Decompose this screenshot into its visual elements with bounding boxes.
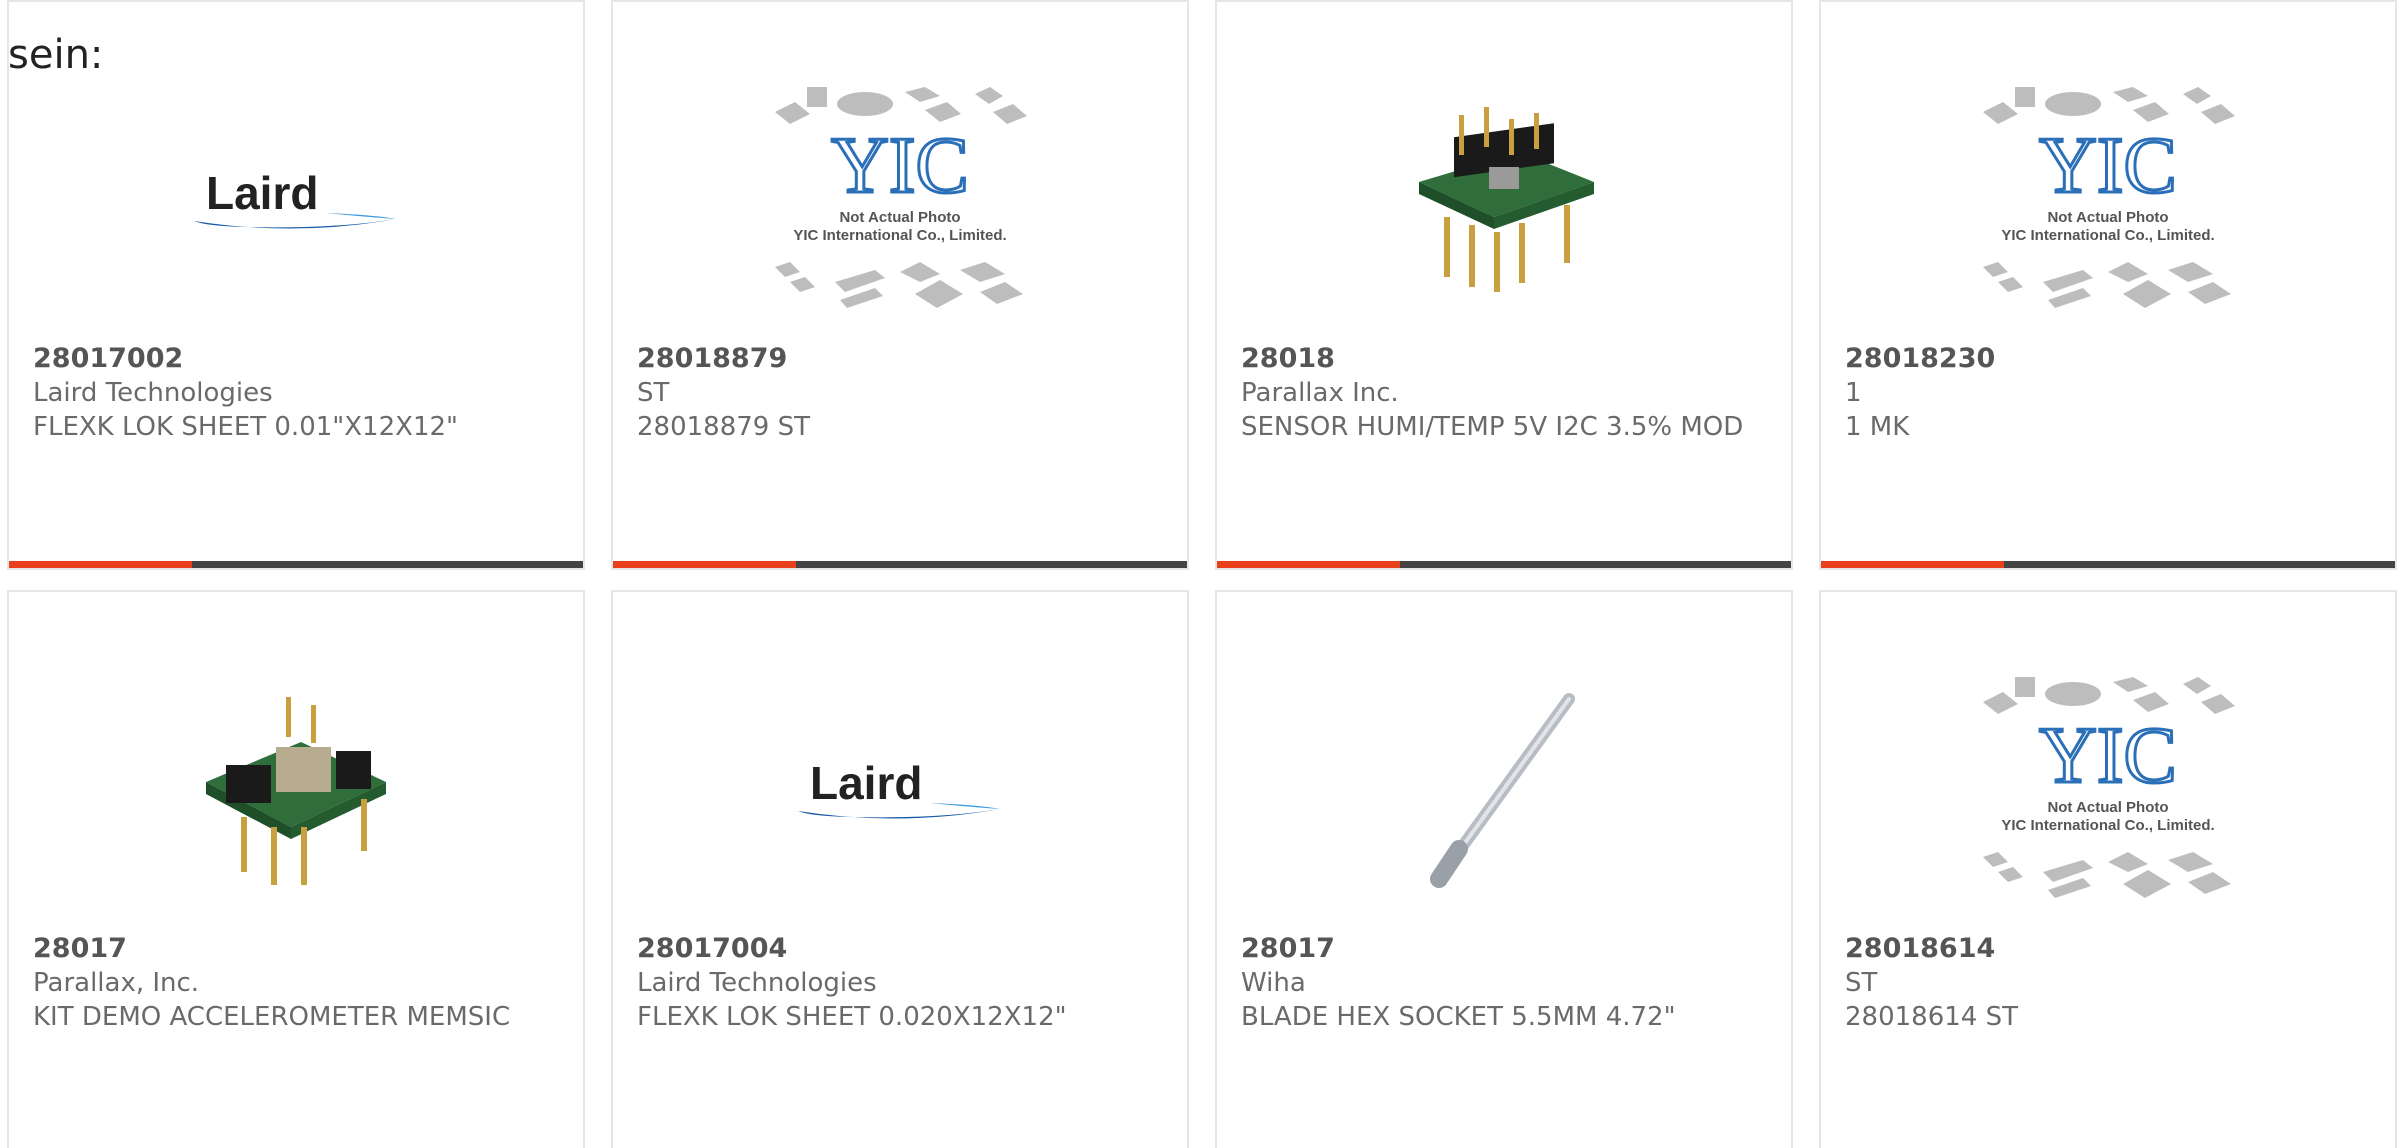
part-number[interactable]: 28018 bbox=[1241, 342, 1771, 376]
manufacturer: Wiha bbox=[1241, 968, 1306, 998]
manufacturer: Laird Technologies bbox=[637, 968, 877, 998]
yic-logo: YIC bbox=[2039, 712, 2177, 800]
product-image[interactable] bbox=[1217, 62, 1791, 342]
manufacturer: 1 bbox=[1845, 378, 1862, 408]
product-description: 1 MK bbox=[1845, 412, 1910, 442]
sensor-module-icon bbox=[1419, 107, 1594, 292]
product-card[interactable]: YIC Not Actual Photo YIC International C… bbox=[611, 0, 1189, 570]
yic-placeholder-image: YIC Not Actual Photo YIC International C… bbox=[1983, 87, 2235, 308]
product-card[interactable]: 28017 Wiha BLADE HEX SOCKET 5.5MM 4.72" bbox=[1215, 590, 1793, 1148]
yic-line1: Not Actual Photo bbox=[839, 209, 960, 226]
product-info: 28018 Parallax Inc. SENSOR HUMI/TEMP 5V … bbox=[1241, 342, 1771, 444]
card-bar-accent bbox=[1821, 561, 2004, 568]
product-grid: Laird 28017002 Laird Technologies FLEXK … bbox=[0, 0, 2400, 1148]
part-number[interactable]: 28018879 bbox=[637, 342, 1167, 376]
card-bar bbox=[9, 561, 583, 568]
manufacturer: Laird Technologies bbox=[33, 378, 273, 408]
product-info: 28017 Parallax, Inc. KIT DEMO ACCELEROME… bbox=[33, 932, 563, 1034]
part-number[interactable]: 28017004 bbox=[637, 932, 1167, 966]
product-info: 28018614 ST 28018614 ST bbox=[1845, 932, 2375, 1034]
card-bar bbox=[1821, 561, 2395, 568]
yic-placeholder-image: YIC Not Actual Photo YIC International C… bbox=[775, 87, 1027, 308]
card-bar bbox=[613, 561, 1187, 568]
accelerometer-module-icon bbox=[206, 697, 386, 885]
laird-logo: Laird bbox=[798, 757, 1000, 819]
yic-logo: YIC bbox=[831, 122, 969, 210]
product-image[interactable]: YIC Not Actual Photo YIC International C… bbox=[1821, 62, 2395, 342]
manufacturer: Parallax Inc. bbox=[1241, 378, 1399, 408]
product-card[interactable]: 28018 Parallax Inc. SENSOR HUMI/TEMP 5V … bbox=[1215, 0, 1793, 570]
yic-logo: YIC bbox=[2039, 122, 2177, 210]
card-bar-accent bbox=[9, 561, 192, 568]
manufacturer: Parallax, Inc. bbox=[33, 968, 200, 998]
product-image[interactable]: YIC Not Actual Photo YIC International C… bbox=[1821, 652, 2395, 932]
product-description: 28018879 ST bbox=[637, 412, 810, 442]
product-image[interactable]: Laird bbox=[9, 62, 583, 342]
product-card[interactable]: 28017 Parallax, Inc. KIT DEMO ACCELEROME… bbox=[7, 590, 585, 1148]
yic-line2: YIC International Co., Limited. bbox=[2001, 227, 2214, 244]
product-image[interactable] bbox=[1217, 652, 1791, 932]
part-number[interactable]: 28017 bbox=[1241, 932, 1771, 966]
part-number[interactable]: 28018614 bbox=[1845, 932, 2375, 966]
svg-text:Laird: Laird bbox=[810, 757, 922, 809]
manufacturer: ST bbox=[1845, 968, 1878, 998]
product-card[interactable]: Laird 28017004 Laird Technologies FLEXK … bbox=[611, 590, 1189, 1148]
product-card[interactable]: YIC Not Actual Photo YIC International C… bbox=[1819, 590, 2397, 1148]
manufacturer: ST bbox=[637, 378, 670, 408]
product-image[interactable] bbox=[9, 652, 583, 932]
page-heading: sein: bbox=[8, 32, 104, 78]
page: Laird 28017002 Laird Technologies FLEXK … bbox=[0, 0, 2400, 1148]
product-description: BLADE HEX SOCKET 5.5MM 4.72" bbox=[1241, 1002, 1676, 1032]
product-description: FLEXK LOK SHEET 0.01"X12X12" bbox=[33, 412, 458, 442]
product-description: FLEXK LOK SHEET 0.020X12X12" bbox=[637, 1002, 1067, 1032]
card-bar-accent bbox=[613, 561, 796, 568]
yic-line2: YIC International Co., Limited. bbox=[2001, 817, 2214, 834]
product-description: SENSOR HUMI/TEMP 5V I2C 3.5% MOD bbox=[1241, 412, 1744, 442]
product-info: 28017002 Laird Technologies FLEXK LOK SH… bbox=[33, 342, 563, 444]
card-bar bbox=[1217, 561, 1791, 568]
laird-logo: Laird bbox=[194, 167, 396, 229]
product-info: 28017004 Laird Technologies FLEXK LOK SH… bbox=[637, 932, 1167, 1034]
product-info: 28018230 1 1 MK bbox=[1845, 342, 2375, 444]
yic-line1: Not Actual Photo bbox=[2047, 799, 2168, 816]
svg-text:Laird: Laird bbox=[206, 167, 318, 219]
part-number[interactable]: 28017002 bbox=[33, 342, 563, 376]
product-card[interactable]: YIC Not Actual Photo YIC International C… bbox=[1819, 0, 2397, 570]
part-number[interactable]: 28017 bbox=[33, 932, 563, 966]
yic-placeholder-image: YIC Not Actual Photo YIC International C… bbox=[1983, 677, 2235, 898]
product-info: 28017 Wiha BLADE HEX SOCKET 5.5MM 4.72" bbox=[1241, 932, 1771, 1034]
product-image[interactable]: YIC Not Actual Photo YIC International C… bbox=[613, 62, 1187, 342]
product-card[interactable]: Laird 28017002 Laird Technologies FLEXK … bbox=[7, 0, 585, 570]
product-description: 28018614 ST bbox=[1845, 1002, 2018, 1032]
product-image[interactable]: Laird bbox=[613, 652, 1187, 932]
part-number[interactable]: 28018230 bbox=[1845, 342, 2375, 376]
yic-line1: Not Actual Photo bbox=[2047, 209, 2168, 226]
product-info: 28018879 ST 28018879 ST bbox=[637, 342, 1167, 444]
card-bar-accent bbox=[1217, 561, 1400, 568]
hex-blade-icon bbox=[1430, 693, 1575, 888]
product-description: KIT DEMO ACCELEROMETER MEMSIC bbox=[33, 1002, 511, 1032]
yic-line2: YIC International Co., Limited. bbox=[793, 227, 1006, 244]
